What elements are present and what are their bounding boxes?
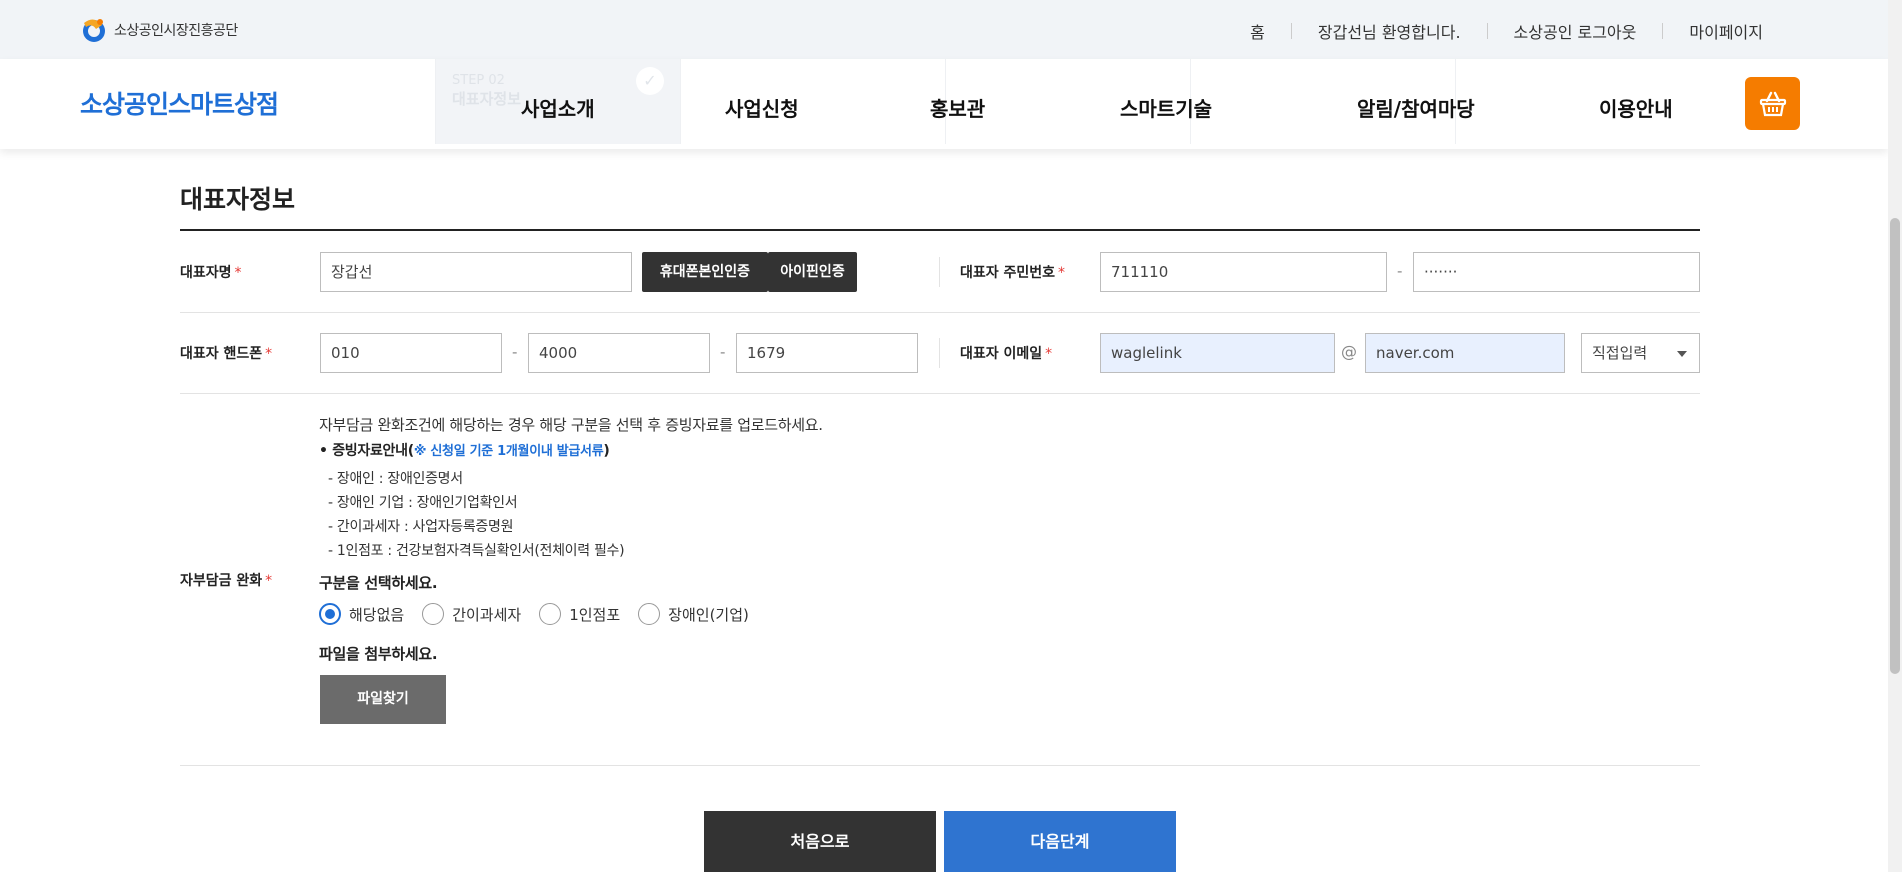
top-utility-bar: 소상공인시장진흥공단 홈 장갑선님 환영합니다. 소상공인 로그아웃 마이페이지	[0, 0, 1888, 59]
row-divider	[180, 312, 1700, 313]
email-at: @	[1341, 342, 1357, 361]
name-label: 대표자명 *	[180, 262, 242, 282]
radio-label: 간이과세자	[452, 605, 522, 624]
evidence-item: - 1인점포 : 건강보험자격득실확인서(전체이력 필수)	[328, 543, 625, 559]
rrn-back-input[interactable]: ·······	[1413, 252, 1700, 292]
org-name: 소상공인시장진흥공단	[114, 23, 238, 39]
check-icon: ✓	[636, 67, 664, 95]
org-logo[interactable]: 소상공인시장진흥공단	[80, 17, 238, 43]
nav-item-promo[interactable]: 홍보관	[930, 93, 985, 122]
radio-label: 1인점포	[569, 605, 621, 624]
relief-type-radio-group: 해당없음 간이과세자 1인점포 장애인(기업)	[319, 603, 749, 625]
scrollbar[interactable]	[1888, 0, 1902, 872]
radio-single-store[interactable]: 1인점포	[539, 603, 620, 625]
step-indicator-overlay: STEP 02 대표자정보 ✓	[435, 59, 1785, 144]
column-divider	[939, 338, 940, 368]
row-divider	[180, 393, 1700, 394]
radio-label: 해당없음	[349, 605, 405, 624]
attach-prompt: 파일을 첨부하세요.	[319, 645, 438, 663]
email-domain-input[interactable]: naver.com	[1365, 333, 1565, 373]
phone-part2-input[interactable]: 4000	[528, 333, 710, 373]
evidence-guide-close: )	[603, 443, 610, 459]
ipin-verify-button[interactable]: 아이핀인증	[768, 252, 857, 292]
required-mark: *	[1058, 265, 1066, 281]
evidence-guide-note: ※ 신청일 기준 1개월이내 발급서류	[413, 444, 604, 459]
step-item	[680, 59, 945, 144]
evidence-item: - 장애인 기업 : 장애인기업확인서	[328, 495, 518, 511]
radio-unchecked-icon	[422, 603, 445, 625]
phone-part3-input[interactable]: 1679	[736, 333, 918, 373]
step-number: STEP 02	[452, 73, 505, 88]
shopping-basket-icon	[1759, 91, 1786, 116]
phone-dash: -	[512, 343, 518, 361]
mypage-link[interactable]: 마이페이지	[1663, 19, 1763, 43]
rrn-front-input[interactable]: 711110	[1100, 252, 1387, 292]
radio-simple-taxpayer[interactable]: 간이과세자	[422, 603, 521, 625]
brand-logo[interactable]: 소상공인스마트상점	[80, 85, 279, 121]
evidence-item: - 간이과세자 : 사업자등록증명원	[328, 519, 514, 535]
select-prompt: 구분을 선택하세요.	[319, 574, 438, 592]
radio-none[interactable]: 해당없음	[319, 603, 404, 625]
cart-button[interactable]	[1745, 77, 1800, 130]
section-divider	[180, 229, 1700, 231]
phone-part1-input[interactable]: 010	[320, 333, 502, 373]
evidence-item: - 장애인 : 장애인증명서	[328, 471, 463, 487]
scrollbar-thumb[interactable]	[1890, 218, 1900, 674]
rrn-dash: -	[1397, 262, 1403, 280]
org-logo-icon	[83, 19, 105, 42]
radio-unchecked-icon	[539, 603, 562, 625]
file-browse-button[interactable]: 파일찾기	[320, 675, 446, 724]
phone-label-text: 대표자 핸드폰	[180, 346, 263, 362]
radio-disabled-business[interactable]: 장애인(기업)	[638, 603, 749, 625]
required-mark: *	[1045, 346, 1053, 362]
radio-unchecked-icon	[638, 603, 661, 625]
relief-label: 자부담금 완화 *	[180, 570, 272, 590]
chevron-down-icon	[1677, 351, 1687, 357]
welcome-text: 장갑선님 환영합니다.	[1317, 23, 1461, 42]
rrn-label: 대표자 주민번호 *	[960, 262, 1065, 282]
next-step-button[interactable]: 다음단계	[944, 811, 1176, 872]
logout-link[interactable]: 소상공인 로그아웃	[1488, 19, 1663, 43]
email-domain-select-value: 직접입력	[1592, 344, 1648, 362]
email-local-input[interactable]: waglelink	[1100, 333, 1335, 373]
first-step-button[interactable]: 처음으로	[704, 811, 936, 872]
home-link[interactable]: 홈	[1224, 19, 1291, 43]
required-mark: *	[265, 573, 273, 589]
required-mark: *	[265, 346, 273, 362]
nav-item-guide[interactable]: 이용안내	[1599, 93, 1673, 122]
nav-item-smart-tech[interactable]: 스마트기술	[1120, 93, 1212, 122]
phone-verify-button[interactable]: 휴대폰본인인증	[642, 252, 768, 292]
phone-label: 대표자 핸드폰 *	[180, 343, 272, 363]
email-label-text: 대표자 이메일	[960, 346, 1043, 362]
name-label-text: 대표자명	[180, 265, 232, 281]
email-domain-select[interactable]: 직접입력	[1581, 333, 1700, 373]
required-mark: *	[234, 265, 242, 281]
relief-intro: 자부담금 완화조건에 해당하는 경우 해당 구분을 선택 후 증빙자료를 업로드…	[319, 416, 823, 434]
evidence-guide-title: • 증빙자료안내(※ 신청일 기준 1개월이내 발급서류)	[319, 440, 610, 460]
phone-dash: -	[720, 343, 726, 361]
nav-item-notice[interactable]: 알림/참여마당	[1357, 93, 1475, 122]
section-title: 대표자정보	[180, 185, 296, 214]
radio-label: 장애인(기업)	[668, 605, 749, 624]
rrn-label-text: 대표자 주민번호	[960, 265, 1056, 281]
radio-checked-icon	[319, 603, 341, 625]
row-divider	[180, 765, 1700, 766]
email-label: 대표자 이메일 *	[960, 343, 1052, 363]
name-input[interactable]: 장갑선	[320, 252, 632, 292]
nav-item-apply[interactable]: 사업신청	[725, 93, 799, 122]
utility-links: 홈 장갑선님 환영합니다. 소상공인 로그아웃 마이페이지	[1224, 19, 1763, 43]
evidence-guide-title-text: • 증빙자료안내(	[319, 443, 414, 459]
column-divider	[939, 257, 940, 287]
nav-item-business-intro[interactable]: 사업소개	[521, 93, 595, 122]
relief-label-text: 자부담금 완화	[180, 573, 263, 589]
main-navigation: STEP 02 대표자정보 ✓ 소상공인스마트상점 사업소개 사업신청 홍보관 …	[0, 59, 1888, 149]
